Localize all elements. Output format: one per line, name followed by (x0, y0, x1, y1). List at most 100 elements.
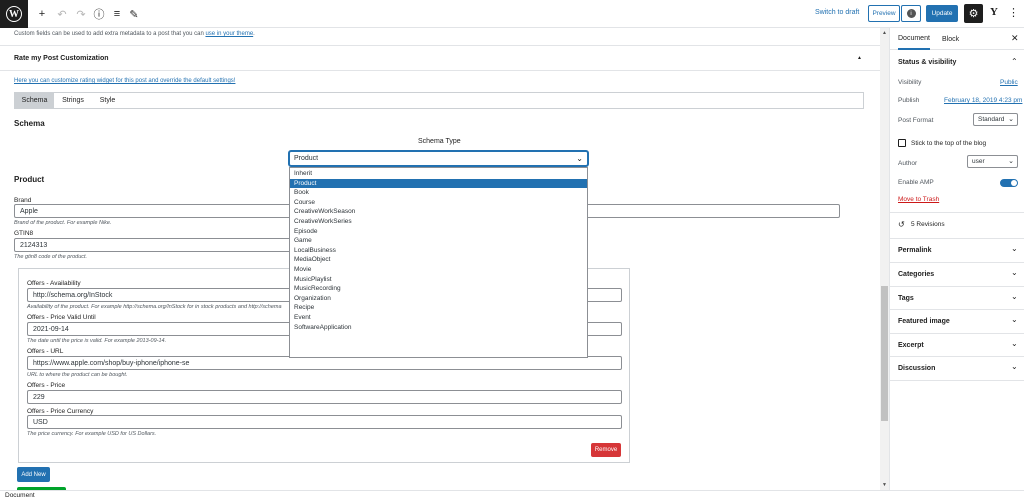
scroll-up-icon[interactable]: ▲ (882, 30, 887, 36)
sticky-checkbox[interactable] (898, 139, 906, 147)
excerpt-panel[interactable]: Excerpt ⌄ (890, 334, 1024, 357)
footer-breadcrumb: Document (0, 490, 1024, 500)
schema-option-recipe[interactable]: Recipe (290, 303, 587, 313)
visibility-value[interactable]: Public (1000, 79, 1018, 86)
chevron-down-icon: ⌄ (1011, 339, 1018, 348)
preview-button[interactable]: Preview (868, 5, 900, 22)
price-label: Offers - Price (27, 382, 66, 389)
gtin8-hint: The gtin8 code of the product. (14, 254, 88, 260)
schema-type-select[interactable]: Product ⌄ (289, 151, 588, 166)
schema-option-course[interactable]: Course (290, 198, 587, 208)
valid-until-label: Offers - Price Valid Until (27, 314, 96, 321)
schema-option-creativeworkseason[interactable]: CreativeWorkSeason (290, 207, 587, 217)
discussion-panel[interactable]: Discussion ⌄ (890, 357, 1024, 381)
schema-option-localbusiness[interactable]: LocalBusiness (290, 246, 587, 256)
revisions-link[interactable]: 5 Revisions (911, 221, 945, 228)
close-icon[interactable]: ✕ (1011, 33, 1019, 44)
collapse-icon[interactable]: ▲ (857, 55, 862, 61)
tab-document[interactable]: Document (898, 28, 930, 50)
jetpack-button[interactable]: i (901, 5, 921, 22)
gtin8-label: GTIN8 (14, 230, 34, 237)
author-value: user (972, 158, 985, 165)
main-scrollbar[interactable]: ▲ ▼ (880, 28, 889, 490)
gtin8-input[interactable]: 2124313 (14, 238, 294, 252)
add-block-icon[interactable]: + (35, 7, 49, 21)
schema-option-game[interactable]: Game (290, 236, 587, 246)
schema-option-event[interactable]: Event (290, 313, 587, 323)
undo-icon[interactable]: ↶ (55, 7, 69, 21)
schema-option-mediaobject[interactable]: MediaObject (290, 255, 587, 265)
schema-option-musicplaylist[interactable]: MusicPlaylist (290, 275, 587, 285)
tab-schema[interactable]: Schema (15, 93, 54, 108)
switch-to-draft-button[interactable]: Switch to draft (815, 9, 859, 16)
chevron-down-icon: ⌄ (1008, 116, 1014, 123)
scroll-down-icon[interactable]: ▼ (882, 482, 887, 488)
post-format-select[interactable]: Standard ⌄ (973, 113, 1018, 126)
schema-option-inherit[interactable]: Inherit (290, 169, 587, 179)
wordpress-logo-button[interactable]: W (0, 0, 28, 28)
edit-mode-icon[interactable]: ✎ (127, 7, 141, 21)
add-new-button[interactable]: Add New (17, 467, 50, 482)
price-input[interactable]: 229 (27, 390, 622, 404)
use-in-theme-link[interactable]: use in your theme (205, 31, 253, 37)
excerpt-title: Excerpt (898, 342, 924, 349)
schema-heading: Schema (14, 119, 45, 128)
sticky-label: Stick to the top of the blog (911, 140, 987, 147)
redo-icon[interactable]: ↷ (74, 7, 88, 21)
schema-option-product[interactable]: Product (290, 178, 587, 189)
schema-option-softwareapplication[interactable]: SoftwareApplication (290, 323, 587, 333)
chevron-down-icon: ⌄ (1011, 362, 1018, 371)
editor-toolbar: W + ↶ ↷ ⓘ ≡ ✎ Switch to draft Preview i … (0, 0, 1024, 28)
breadcrumb-document[interactable]: Document (5, 492, 35, 499)
url-input[interactable]: https://www.apple.com/shop/buy-iphone/ip… (27, 356, 622, 370)
divider (0, 45, 880, 46)
status-visibility-panel: Status & visibility ⌃ Visibility Public … (890, 50, 1024, 239)
schema-type-value: Product (294, 155, 319, 162)
more-options-icon[interactable]: ⋮ (1008, 6, 1019, 20)
brand-hint: Brand of the product. For example Nike. (14, 220, 112, 226)
brand-label: Brand (14, 197, 32, 204)
tab-strings[interactable]: Strings (54, 93, 92, 108)
chevron-up-icon[interactable]: ⌃ (1011, 57, 1018, 66)
visibility-label: Visibility (898, 79, 922, 86)
status-visibility-title[interactable]: Status & visibility (898, 59, 956, 66)
schema-option-episode[interactable]: Episode (290, 227, 587, 237)
chevron-down-icon: ⌄ (1011, 315, 1018, 324)
author-select[interactable]: user ⌄ (967, 155, 1018, 168)
tab-block[interactable]: Block (942, 28, 959, 50)
revisions-icon: ↺ (898, 220, 905, 229)
customize-link[interactable]: Here you can customize rating widget for… (14, 78, 235, 84)
scrollbar-thumb[interactable] (881, 286, 888, 421)
schema-option-creativeworkseries[interactable]: CreativeWorkSeries (290, 217, 587, 227)
categories-panel[interactable]: Categories ⌄ (890, 263, 1024, 287)
tab-style[interactable]: Style (92, 93, 123, 108)
yoast-icon[interactable]: Y (988, 6, 1000, 20)
schema-option-movie[interactable]: Movie (290, 265, 587, 275)
schema-option-book[interactable]: Book (290, 188, 587, 198)
url-label: Offers - URL (27, 348, 64, 355)
settings-button[interactable]: ⚙ (964, 4, 983, 23)
wordpress-icon: W (6, 6, 22, 22)
move-to-trash-link[interactable]: Move to Trash (898, 196, 939, 203)
featured-image-title: Featured image (898, 318, 950, 325)
availability-hint: Availability of the product. For example… (27, 304, 282, 310)
tags-panel[interactable]: Tags ⌄ (890, 287, 1024, 310)
chevron-down-icon: ⌄ (1011, 268, 1018, 277)
toggle-knob (1011, 180, 1017, 186)
publish-date[interactable]: February 18, 2019 4:23 pm (944, 97, 1022, 104)
currency-input[interactable]: USD (27, 415, 622, 429)
permalink-panel[interactable]: Permalink ⌄ (890, 239, 1024, 263)
info-icon[interactable]: ⓘ (92, 7, 106, 21)
panel-title[interactable]: Rate my Post Customization (14, 55, 109, 62)
custom-fields-end: . (253, 31, 255, 37)
update-button[interactable]: Update (926, 5, 958, 22)
list-view-icon[interactable]: ≡ (110, 7, 124, 21)
schema-option-organization[interactable]: Organization (290, 294, 587, 304)
post-format-value: Standard (978, 116, 1005, 123)
schema-type-dropdown: Inherit Product Book Course CreativeWorkSeas… (289, 167, 588, 358)
permalink-title: Permalink (898, 247, 932, 254)
featured-image-panel[interactable]: Featured image ⌄ (890, 310, 1024, 334)
remove-button[interactable]: Remove (591, 443, 621, 457)
schema-option-musicrecording[interactable]: MusicRecording (290, 284, 587, 294)
amp-toggle[interactable] (1000, 179, 1018, 187)
